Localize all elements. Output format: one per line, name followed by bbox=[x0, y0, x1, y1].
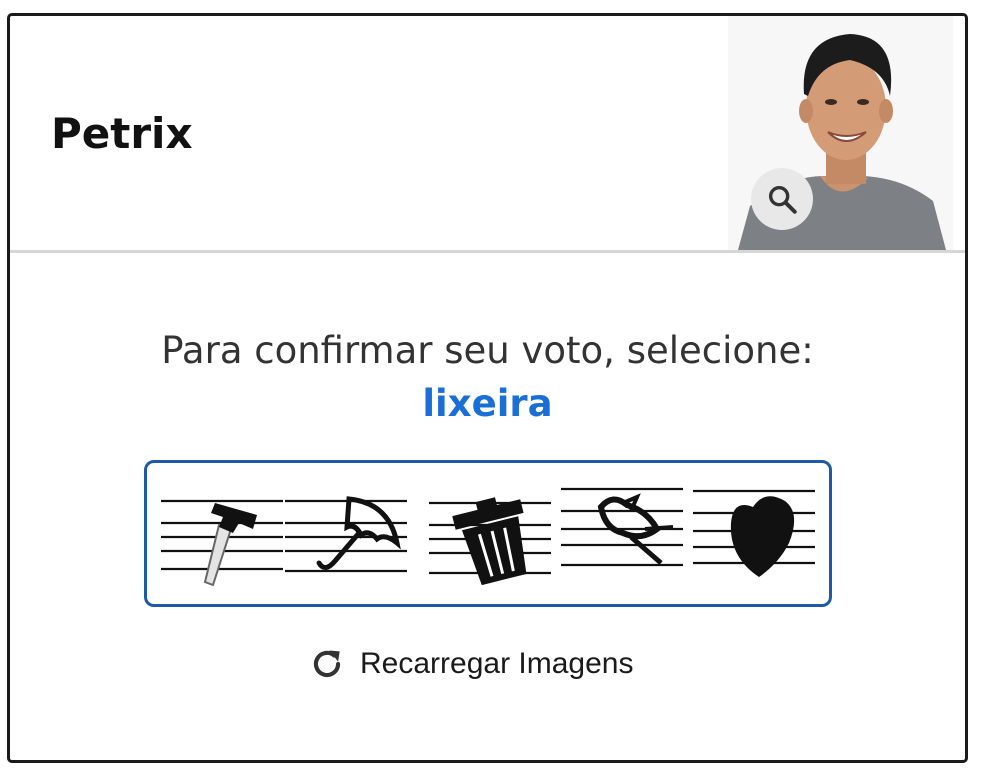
captcha-target-word: lixeira bbox=[422, 382, 553, 425]
vote-card: Petrix Para confirmar seu voto, selecion… bbox=[7, 13, 968, 763]
umbrella-icon bbox=[285, 496, 407, 573]
trash-can-icon bbox=[429, 497, 551, 586]
captcha-option-hammer[interactable] bbox=[161, 477, 283, 589]
candidate-name: Petrix bbox=[51, 109, 193, 158]
captcha-option-trash-can[interactable] bbox=[429, 477, 551, 589]
candidate-header: Petrix bbox=[10, 16, 965, 253]
captcha-option-heart[interactable] bbox=[693, 477, 815, 589]
zoom-photo-button[interactable] bbox=[751, 168, 813, 230]
captcha-prompt: Para confirmar seu voto, selecione: bbox=[161, 329, 814, 372]
hammer-icon bbox=[161, 499, 283, 587]
search-icon bbox=[768, 185, 797, 214]
captcha-image-strip bbox=[144, 460, 832, 607]
reload-images-label: Recarregar Imagens bbox=[360, 647, 634, 680]
reload-images-button[interactable]: Recarregar Imagens bbox=[308, 644, 633, 684]
captcha-option-umbrella[interactable] bbox=[285, 477, 407, 589]
heart-icon bbox=[693, 489, 815, 577]
bird-icon bbox=[561, 487, 683, 567]
refresh-icon bbox=[313, 650, 341, 678]
captcha-option-bird[interactable] bbox=[561, 467, 683, 579]
